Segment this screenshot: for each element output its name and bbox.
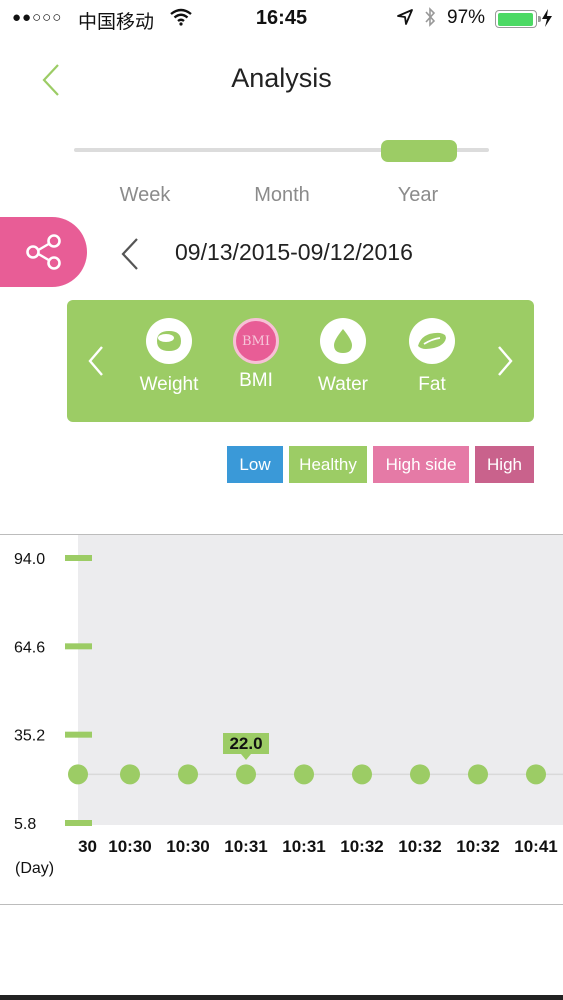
data-point (526, 764, 546, 785)
x-tick-label: 10:30 (108, 837, 151, 856)
legend-healthy: Healthy (289, 446, 367, 483)
metric-water[interactable]: Water (300, 318, 386, 396)
chevron-right-icon (498, 346, 513, 376)
metric-label: Weight (139, 374, 199, 395)
legend-low: Low (227, 446, 283, 483)
chart-unit-label: (Day) (15, 860, 55, 877)
metric-bmi[interactable]: BMI BMI (213, 318, 299, 392)
location-arrow-icon (396, 8, 414, 31)
period-option-month[interactable]: Month (242, 184, 322, 207)
x-tick-label: 10:31 (282, 837, 325, 856)
fat-leaf-icon (409, 318, 455, 364)
y-tick-mark (65, 820, 92, 826)
chevron-left-icon (121, 238, 138, 270)
share-icon (25, 234, 61, 270)
chart-value-tooltip: 22.0 (223, 733, 269, 760)
x-tick-label: 10:31 (224, 837, 267, 856)
date-previous-button[interactable] (118, 234, 144, 274)
legend-high: High (475, 446, 534, 483)
metric-fat[interactable]: Fat (389, 318, 475, 396)
chart-bottom-divider (0, 904, 563, 905)
data-point (178, 764, 198, 785)
weight-scale-icon (146, 318, 192, 364)
bmi-badge-text: BMI (242, 333, 270, 349)
y-tick-mark (65, 555, 92, 561)
date-range-label: 09/13/2015-09/12/2016 (175, 239, 413, 265)
chart-plot-area (78, 535, 563, 825)
data-point (352, 764, 372, 785)
x-tick-label: 10:41 (514, 837, 557, 856)
data-point (294, 764, 314, 785)
y-tick-label: 64.6 (14, 639, 45, 656)
metric-weight[interactable]: Weight (126, 318, 212, 396)
period-option-week[interactable]: Week (105, 184, 185, 207)
status-bar: ●●○○○ 中国移动 16:45 97% (0, 0, 563, 40)
data-point (68, 764, 88, 785)
metric-label: Fat (418, 374, 446, 395)
metrics-previous-button[interactable] (87, 345, 105, 382)
y-tick-mark (65, 731, 92, 738)
period-slider-thumb[interactable] (381, 140, 457, 162)
share-button[interactable] (0, 217, 87, 287)
metric-label: Water (318, 374, 368, 395)
water-drop-icon (320, 318, 366, 364)
bmi-chart[interactable]: 94.0 64.6 35.2 5.8 30 10:30 10:30 10:31 10:31 10:… (0, 535, 563, 904)
data-point (236, 764, 256, 785)
bmi-badge-icon: BMI (233, 318, 279, 364)
x-tick-label: 10:32 (340, 837, 383, 856)
data-point (468, 764, 488, 785)
data-point (410, 764, 430, 785)
x-tick-label: 10:32 (398, 837, 441, 856)
x-tick-label: 10:32 (456, 837, 499, 856)
y-tick-label: 35.2 (14, 728, 45, 745)
y-tick-mark (65, 643, 92, 650)
battery-percent: 97% (447, 7, 486, 28)
y-tick-label: 5.8 (14, 816, 36, 833)
metrics-panel: Weight BMI BMI Water Fat (67, 300, 534, 422)
y-tick-label: 94.0 (14, 551, 45, 568)
x-tick-label: 10:30 (166, 837, 209, 856)
chevron-left-icon (88, 346, 103, 376)
legend-high-side: High side (373, 446, 469, 483)
metric-label: BMI (239, 370, 273, 391)
metrics-next-button[interactable] (496, 345, 514, 382)
battery-icon (495, 10, 541, 28)
screen-bottom-edge (0, 995, 563, 1000)
battery-fill (497, 12, 534, 26)
period-option-year[interactable]: Year (378, 184, 458, 207)
page-title: Analysis (231, 63, 332, 93)
x-tick-label: 30 (78, 837, 97, 856)
bluetooth-icon (424, 7, 436, 32)
chart-canvas: 94.0 64.6 35.2 5.8 30 10:30 10:30 10:31 10:31 10:… (14, 535, 563, 856)
data-point (120, 764, 140, 785)
charging-bolt-icon (541, 8, 553, 33)
